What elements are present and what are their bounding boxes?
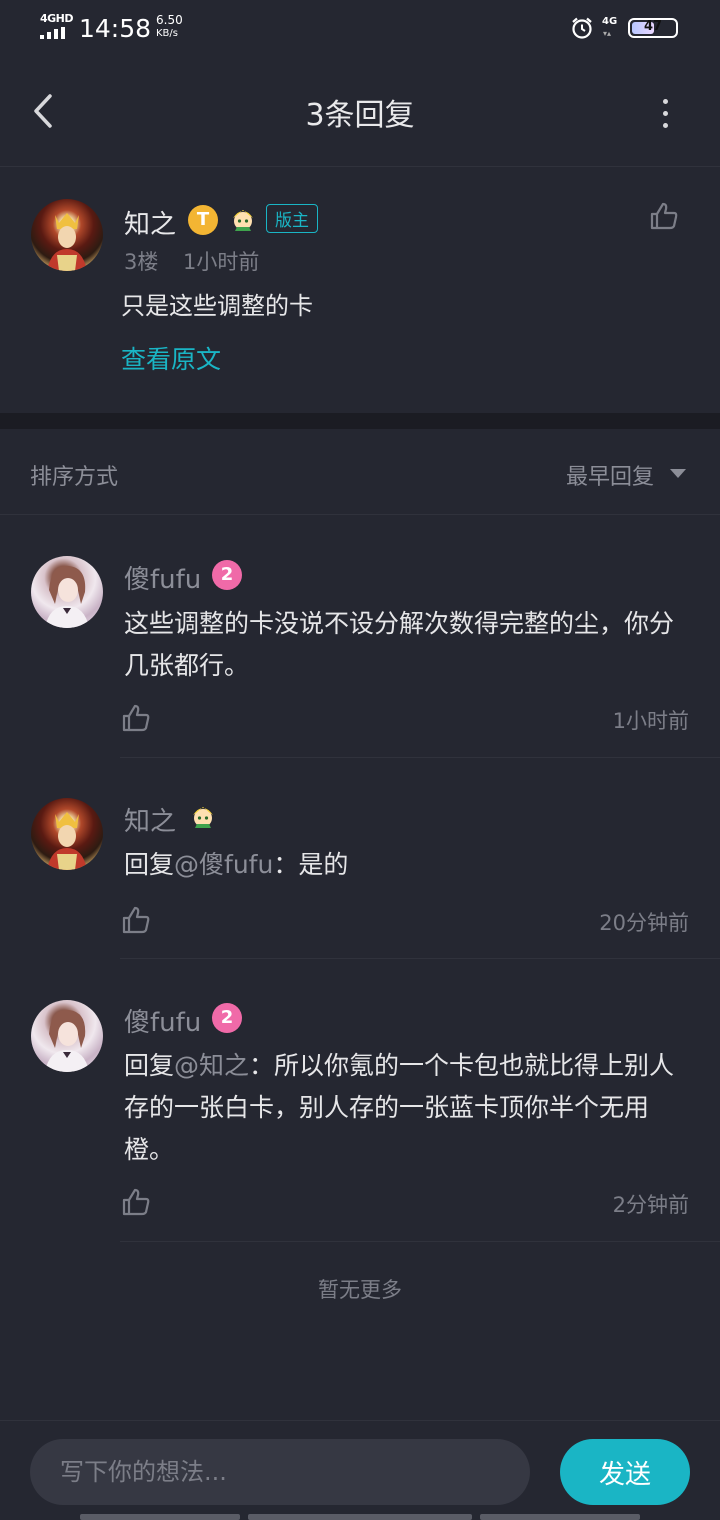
reply-prefix: 回复 bbox=[124, 850, 175, 879]
network-type-label: 4GHD bbox=[40, 12, 74, 25]
reply-author-name[interactable]: 傻fufu bbox=[124, 559, 201, 596]
avatar-image bbox=[45, 1009, 89, 1072]
reply-item: 傻fufu 2 回复@知之：所以你氪的一个卡包也就比得上别人存的一张白卡，别人存… bbox=[0, 959, 720, 1242]
reply-item: 知之 回复@傻fufu：是的 20分钟前 bbox=[0, 758, 720, 959]
dropdown-caret-icon[interactable] bbox=[670, 469, 686, 478]
reply-author-avatar[interactable] bbox=[31, 798, 103, 870]
reply-author-avatar[interactable] bbox=[31, 1000, 103, 1072]
reply-body: ：是的 bbox=[273, 850, 349, 879]
reply-time: 20分钟前 bbox=[599, 911, 689, 935]
moderator-badge: 版主 bbox=[266, 204, 318, 233]
user-level-badge: 2 bbox=[212, 1003, 242, 1033]
more-options-icon[interactable] bbox=[650, 91, 682, 135]
comment-input-bar: 发送 bbox=[0, 1420, 720, 1520]
level-avatar-badge-icon bbox=[193, 807, 213, 828]
network-speed-unit: KB/s bbox=[156, 28, 178, 39]
network-speed-value: 6.50 bbox=[156, 13, 183, 27]
level-avatar-badge-icon bbox=[233, 210, 253, 231]
sort-order-dropdown[interactable]: 最早回复 bbox=[566, 459, 654, 491]
reply-prefix: 回复 bbox=[124, 1051, 175, 1080]
network-speed: 6.50 KB/s bbox=[156, 14, 183, 40]
reply-author-avatar[interactable] bbox=[31, 556, 103, 628]
t-badge-icon: T bbox=[188, 205, 218, 235]
title-bar: 3条回复 bbox=[0, 56, 720, 167]
battery-icon: 47 bbox=[628, 18, 678, 38]
reply-author-name[interactable]: 知之 bbox=[124, 801, 176, 838]
reply-mention-link[interactable]: @知之 bbox=[174, 1051, 249, 1080]
like-thumb-icon[interactable] bbox=[120, 702, 152, 734]
like-thumb-icon[interactable] bbox=[648, 200, 680, 232]
reply-divider bbox=[120, 1241, 720, 1242]
send-button[interactable]: 发送 bbox=[560, 1439, 690, 1505]
avatar-image bbox=[47, 213, 87, 271]
avatar-image bbox=[47, 812, 87, 870]
gesture-bar bbox=[80, 1514, 640, 1520]
post-time: 1小时前 bbox=[183, 250, 260, 274]
sort-label: 排序方式 bbox=[30, 465, 119, 490]
signal-strength-icon bbox=[40, 27, 70, 39]
main-post: 知之 T 版主 3楼 1小时前 只是这些调整的卡 查看原文 bbox=[0, 168, 720, 413]
user-level-badge: 2 bbox=[212, 560, 242, 590]
reply-text: 回复@知之：所以你氪的一个卡包也就比得上别人存的一张白卡，别人存的一张蓝卡顶你半… bbox=[124, 1045, 694, 1171]
post-floor: 3楼 bbox=[124, 250, 159, 274]
battery-percent: 47 bbox=[643, 19, 663, 34]
like-thumb-icon[interactable] bbox=[120, 904, 152, 936]
data-activity-icon: ▾▴ bbox=[603, 29, 612, 38]
reply-time: 2分钟前 bbox=[612, 1193, 689, 1217]
post-text: 只是这些调整的卡 bbox=[121, 292, 313, 320]
reply-text: 这些调整的卡没说不设分解次数得完整的尘，你分几张都行。 bbox=[124, 609, 675, 680]
reply-mention-link[interactable]: @傻fufu bbox=[174, 850, 273, 879]
avatar-image bbox=[45, 565, 89, 628]
reply-text: 回复@傻fufu：是的 bbox=[124, 844, 694, 886]
comment-input[interactable] bbox=[30, 1439, 530, 1505]
page-title: 3条回复 bbox=[305, 98, 415, 133]
author-avatar[interactable] bbox=[31, 199, 103, 271]
status-bar: 4GHD 14:58 6.50 KB/s 4G ▾▴ 47 bbox=[0, 0, 720, 56]
reply-author-name[interactable]: 傻fufu bbox=[124, 1002, 201, 1039]
section-divider bbox=[0, 413, 720, 429]
post-author-name[interactable]: 知之 bbox=[124, 204, 176, 241]
reply-time: 1小时前 bbox=[612, 709, 689, 733]
view-original-link[interactable]: 查看原文 bbox=[121, 340, 221, 376]
alarm-clock-icon bbox=[572, 17, 592, 39]
reply-item: 傻fufu 2 这些调整的卡没说不设分解次数得完整的尘，你分几张都行。 1小时前 bbox=[0, 515, 720, 758]
cellular-4g-label: 4G bbox=[602, 16, 618, 27]
status-time: 14:58 bbox=[79, 14, 152, 43]
like-thumb-icon[interactable] bbox=[120, 1186, 152, 1218]
sort-bar: 排序方式 最早回复 bbox=[0, 429, 720, 515]
no-more-label: 暂无更多 bbox=[318, 1278, 402, 1302]
